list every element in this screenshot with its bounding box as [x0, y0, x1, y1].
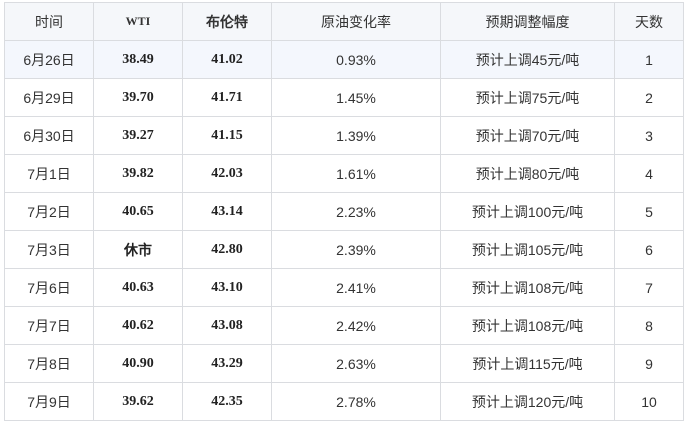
cell-days: 6 — [614, 230, 684, 269]
cell-adjust: 预计上调115元/吨 — [440, 344, 615, 383]
cell-brent: 41.02 — [182, 40, 272, 79]
cell-adjust: 预计上调70元/吨 — [440, 116, 615, 155]
cell-brent: 43.29 — [182, 344, 272, 383]
cell-change: 2.63% — [271, 344, 441, 383]
cell-adjust: 预计上调108元/吨 — [440, 306, 615, 345]
table-body: 6月26日 38.49 41.02 0.93% 预计上调45元/吨 1 6月29… — [4, 40, 684, 421]
cell-adjust: 预计上调120元/吨 — [440, 382, 615, 421]
cell-change: 2.23% — [271, 192, 441, 231]
cell-days: 3 — [614, 116, 684, 155]
cell-date: 7月6日 — [4, 268, 94, 307]
cell-adjust: 预计上调45元/吨 — [440, 40, 615, 79]
cell-change: 2.39% — [271, 230, 441, 269]
header-adjust: 预期调整幅度 — [440, 2, 615, 41]
cell-days: 5 — [614, 192, 684, 231]
table-row: 7月2日 40.65 43.14 2.23% 预计上调100元/吨 5 — [4, 192, 684, 231]
cell-wti: 38.49 — [93, 40, 183, 79]
cell-change: 2.41% — [271, 268, 441, 307]
cell-brent: 43.10 — [182, 268, 272, 307]
cell-change: 2.42% — [271, 306, 441, 345]
cell-brent: 41.71 — [182, 78, 272, 117]
cell-days: 2 — [614, 78, 684, 117]
cell-adjust: 预计上调105元/吨 — [440, 230, 615, 269]
cell-adjust: 预计上调80元/吨 — [440, 154, 615, 193]
oil-price-table: 时间 WTI 布伦特 原油变化率 预期调整幅度 天数 6月26日 38.49 4… — [4, 2, 684, 421]
cell-change: 1.39% — [271, 116, 441, 155]
cell-date: 6月30日 — [4, 116, 94, 155]
cell-wti: 40.90 — [93, 344, 183, 383]
cell-wti: 休市 — [93, 230, 183, 269]
cell-days: 8 — [614, 306, 684, 345]
header-wti: WTI — [93, 2, 183, 41]
cell-date: 7月8日 — [4, 344, 94, 383]
table-row: 6月30日 39.27 41.15 1.39% 预计上调70元/吨 3 — [4, 116, 684, 155]
cell-days: 9 — [614, 344, 684, 383]
cell-brent: 41.15 — [182, 116, 272, 155]
cell-date: 7月2日 — [4, 192, 94, 231]
cell-days: 10 — [614, 382, 684, 421]
cell-days: 4 — [614, 154, 684, 193]
cell-brent: 43.14 — [182, 192, 272, 231]
header-days: 天数 — [614, 2, 684, 41]
cell-wti: 40.63 — [93, 268, 183, 307]
cell-brent: 43.08 — [182, 306, 272, 345]
table-row: 7月3日 休市 42.80 2.39% 预计上调105元/吨 6 — [4, 230, 684, 269]
cell-date: 7月1日 — [4, 154, 94, 193]
cell-wti: 39.82 — [93, 154, 183, 193]
header-date: 时间 — [4, 2, 94, 41]
cell-brent: 42.80 — [182, 230, 272, 269]
cell-wti: 40.62 — [93, 306, 183, 345]
table-row: 7月9日 39.62 42.35 2.78% 预计上调120元/吨 10 — [4, 382, 684, 421]
table-row: 7月1日 39.82 42.03 1.61% 预计上调80元/吨 4 — [4, 154, 684, 193]
cell-brent: 42.35 — [182, 382, 272, 421]
cell-adjust: 预计上调75元/吨 — [440, 78, 615, 117]
header-brent: 布伦特 — [182, 2, 272, 41]
cell-days: 7 — [614, 268, 684, 307]
cell-wti: 40.65 — [93, 192, 183, 231]
cell-change: 1.45% — [271, 78, 441, 117]
table-header: 时间 WTI 布伦特 原油变化率 预期调整幅度 天数 — [4, 2, 684, 41]
cell-change: 1.61% — [271, 154, 441, 193]
cell-date: 6月29日 — [4, 78, 94, 117]
cell-wti: 39.27 — [93, 116, 183, 155]
cell-wti: 39.70 — [93, 78, 183, 117]
header-row: 时间 WTI 布伦特 原油变化率 预期调整幅度 天数 — [4, 2, 684, 41]
cell-change: 0.93% — [271, 40, 441, 79]
table-row: 7月7日 40.62 43.08 2.42% 预计上调108元/吨 8 — [4, 306, 684, 345]
cell-days: 1 — [614, 40, 684, 79]
cell-adjust: 预计上调108元/吨 — [440, 268, 615, 307]
cell-date: 7月3日 — [4, 230, 94, 269]
header-change: 原油变化率 — [271, 2, 441, 41]
cell-brent: 42.03 — [182, 154, 272, 193]
table-row: 7月6日 40.63 43.10 2.41% 预计上调108元/吨 7 — [4, 268, 684, 307]
table-row: 7月8日 40.90 43.29 2.63% 预计上调115元/吨 9 — [4, 344, 684, 383]
cell-date: 6月26日 — [4, 40, 94, 79]
cell-date: 7月9日 — [4, 382, 94, 421]
cell-wti: 39.62 — [93, 382, 183, 421]
cell-adjust: 预计上调100元/吨 — [440, 192, 615, 231]
table-row: 6月29日 39.70 41.71 1.45% 预计上调75元/吨 2 — [4, 78, 684, 117]
cell-change: 2.78% — [271, 382, 441, 421]
table-row: 6月26日 38.49 41.02 0.93% 预计上调45元/吨 1 — [4, 40, 684, 79]
cell-date: 7月7日 — [4, 306, 94, 345]
